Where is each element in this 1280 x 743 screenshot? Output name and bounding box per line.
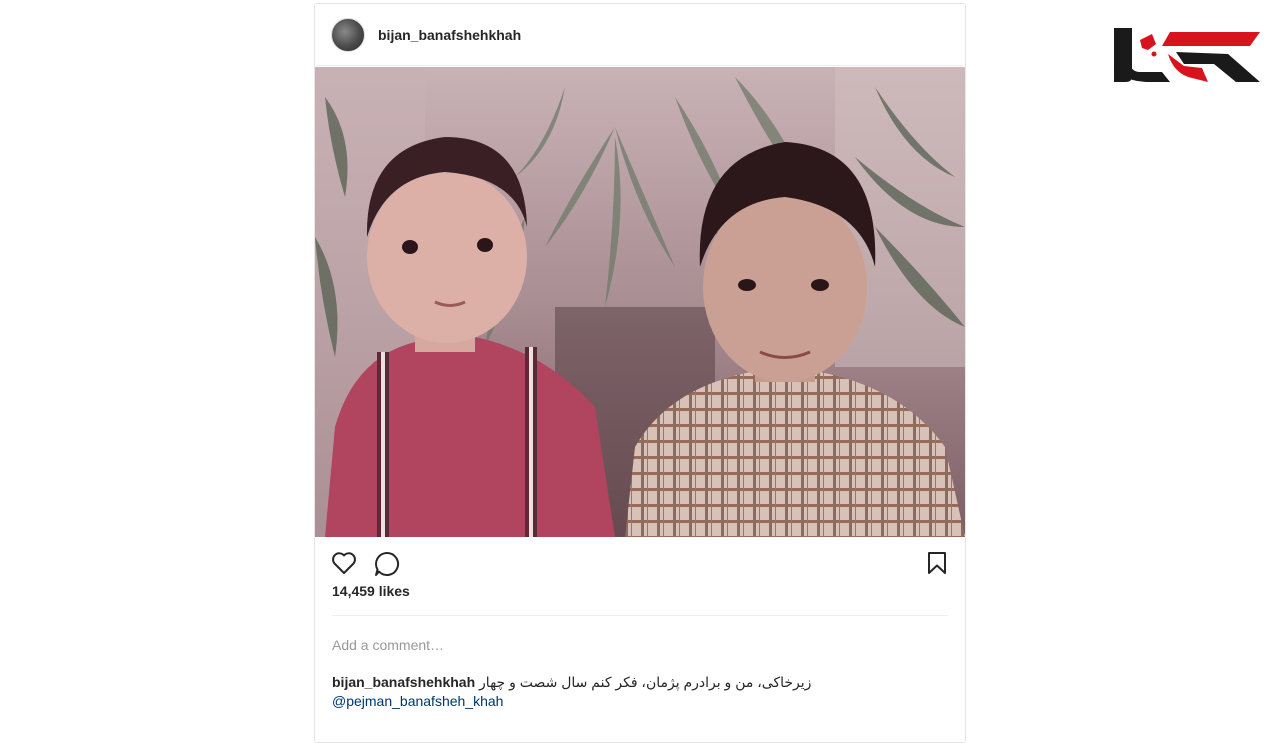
post-caption: bijan_banafshehkhah زیرخاکی، من و برادرم…	[332, 673, 952, 711]
rokna-logo-icon	[1114, 28, 1260, 82]
bookmark-icon[interactable]	[927, 552, 947, 579]
comment-icon[interactable]	[374, 551, 400, 582]
caption-username[interactable]: bijan_banafshehkhah	[332, 674, 475, 690]
site-logo[interactable]	[1110, 24, 1262, 86]
post-photo[interactable]	[315, 67, 965, 537]
instagram-post: bijan_banafshehkhah 14,459 likes Add a c…	[314, 3, 966, 743]
divider	[332, 615, 948, 616]
action-bar	[315, 547, 965, 583]
comment-input[interactable]	[332, 634, 932, 656]
caption-text: زیرخاکی، من و برادرم پژمان، فکر کنم سال …	[479, 674, 812, 690]
likes-count[interactable]: 14,459 likes	[332, 583, 410, 599]
childhood-photo-image	[315, 67, 965, 537]
heart-icon[interactable]	[331, 551, 357, 580]
caption-mention[interactable]: @pejman_banafsheh_khah	[332, 693, 503, 709]
post-username[interactable]: bijan_banafshehkhah	[378, 27, 521, 43]
post-header: bijan_banafshehkhah	[315, 4, 965, 66]
avatar[interactable]	[331, 17, 365, 52]
